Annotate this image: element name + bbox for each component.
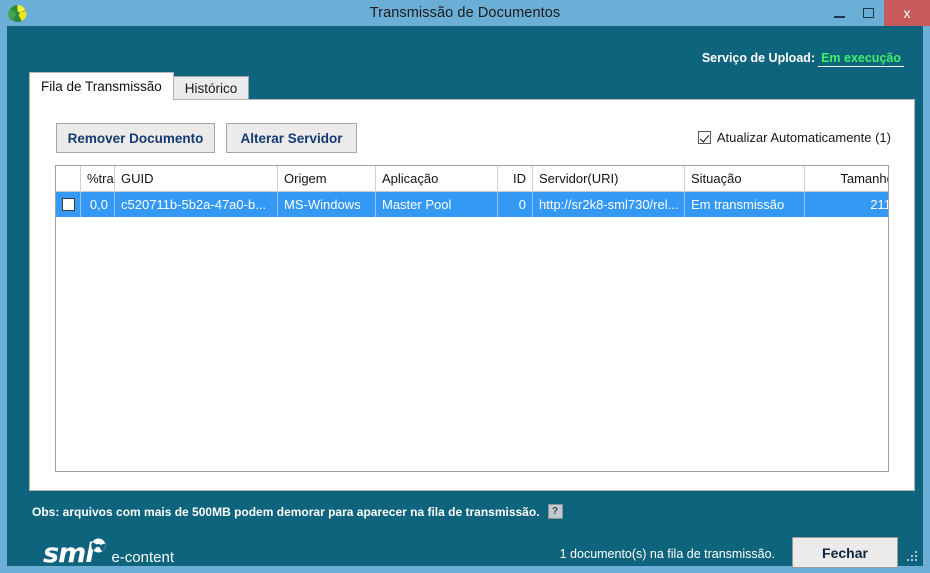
note-text: Obs: arquivos com mais de 500MB podem de… [32, 504, 540, 519]
brand-logo: sml e-content [43, 538, 174, 569]
note-row: Obs: arquivos com mais de 500MB podem de… [32, 504, 563, 519]
maximize-icon [862, 8, 874, 18]
checkbox-icon [697, 131, 711, 144]
upload-service-status: Serviço de Upload: Em execução [701, 51, 904, 67]
row-aplicacao: Master Pool [376, 192, 498, 217]
grid-header-id[interactable]: ID [498, 166, 533, 192]
help-icon[interactable]: ? [547, 504, 563, 519]
auto-refresh-label: Atualizar Automaticamente (1) [716, 130, 891, 145]
grid-header-guid[interactable]: GUID [115, 166, 278, 192]
transmission-queue-grid[interactable]: %tra GUID Origem Aplicação ID Servidor(U… [55, 165, 889, 472]
row-guid: c520711b-5b2a-47a0-b... [115, 192, 278, 217]
minimize-button[interactable] [826, 0, 852, 26]
grid-header-pct[interactable]: %tra [81, 166, 115, 192]
tab-content-panel: Remover Documento Alterar Servidor Atual… [29, 99, 915, 491]
resize-grip[interactable] [906, 550, 919, 563]
grid-header-select[interactable] [56, 166, 81, 192]
row-id: 0 [498, 192, 533, 217]
logo-text: sml [43, 538, 94, 569]
row-situacao: Em transmissão [685, 192, 805, 217]
remove-document-button[interactable]: Remover Documento [56, 123, 215, 153]
grid-header-aplicacao[interactable]: Aplicação [376, 166, 498, 192]
grid-header-servidor[interactable]: Servidor(URI) [533, 166, 685, 192]
row-checkbox-icon[interactable] [61, 198, 75, 211]
row-origem: MS-Windows [278, 192, 376, 217]
row-tamanho: 211,09 [805, 192, 888, 217]
title-bar: Transmissão de Documentos x [0, 0, 930, 26]
minimize-icon [833, 15, 845, 18]
row-pct: 0,0 [81, 192, 115, 217]
upload-service-label: Serviço de Upload: [701, 51, 816, 65]
upload-service-value[interactable]: Em execução [818, 51, 904, 67]
tab-strip: Fila de Transmissão Histórico [29, 72, 250, 100]
application-window: Transmissão de Documentos x Serviço de U… [0, 0, 930, 573]
row-servidor: http://sr2k8-sml730/rel... [533, 192, 685, 217]
tab-fila-de-transmissao[interactable]: Fila de Transmissão [29, 72, 174, 100]
tab-historico[interactable]: Histórico [172, 76, 250, 100]
queue-status-text: 1 documento(s) na fila de transmissão. [559, 547, 775, 561]
grid-header-situacao[interactable]: Situação [685, 166, 805, 192]
maximize-button[interactable] [855, 0, 881, 26]
grid-header-origem[interactable]: Origem [278, 166, 376, 192]
change-server-button[interactable]: Alterar Servidor [226, 123, 357, 153]
window-title: Transmissão de Documentos [369, 5, 561, 21]
table-row[interactable]: 0,0 c520711b-5b2a-47a0-b... MS-Windows M… [56, 192, 888, 217]
close-window-button[interactable]: x [884, 0, 930, 26]
grid-header-tamanho[interactable]: Tamanho(M [805, 166, 888, 192]
dialog-body: Serviço de Upload: Em execução Fila de Tr… [7, 26, 923, 569]
logo-subtext: e-content [111, 549, 175, 566]
auto-refresh-checkbox[interactable]: Atualizar Automaticamente (1) [697, 130, 891, 145]
logo-mark-icon [91, 538, 106, 553]
grid-header-row: %tra GUID Origem Aplicação ID Servidor(U… [56, 166, 888, 192]
row-select-cell[interactable] [56, 192, 81, 217]
fechar-button[interactable]: Fechar [792, 537, 898, 568]
